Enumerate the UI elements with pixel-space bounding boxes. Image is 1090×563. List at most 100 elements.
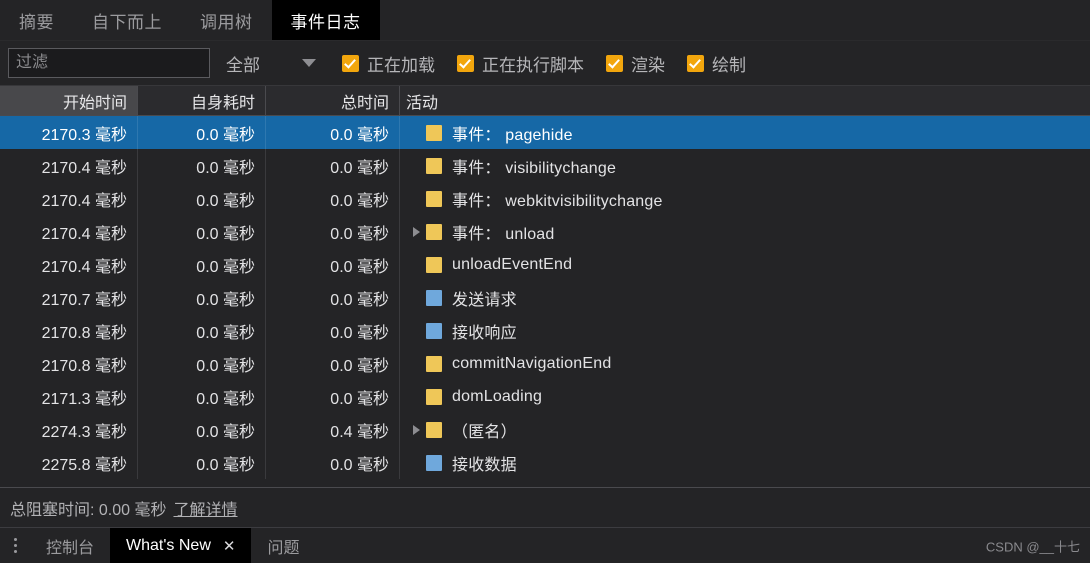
cell-total: 0.0 毫秒 xyxy=(266,281,400,314)
drawer-tab-2[interactable]: 问题 xyxy=(251,528,315,563)
checkbox-checked-icon[interactable] xyxy=(687,54,704,72)
category-color-swatch xyxy=(426,289,442,306)
cell-self: 0.0 毫秒 xyxy=(138,116,266,149)
category-color-swatch xyxy=(426,223,442,240)
cell-activity: 事件： pagehide xyxy=(400,116,1090,149)
cell-self: 0.0 毫秒 xyxy=(138,413,266,446)
learn-more-link[interactable]: 了解详情 xyxy=(173,496,237,520)
category-color-swatch xyxy=(426,256,442,273)
category-color-swatch xyxy=(426,157,442,174)
category-color-swatch xyxy=(426,421,442,438)
table-row[interactable]: 2170.4 毫秒 0.0 毫秒 0.0 毫秒 事件： visibilitychang… xyxy=(0,149,1090,182)
expand-triangle-icon[interactable] xyxy=(406,424,426,435)
activity-label: 事件： unload xyxy=(452,225,555,243)
cell-start: 2170.7 毫秒 xyxy=(0,281,138,314)
table-header-row: 开始时间 自身耗时 总时间 活动 xyxy=(0,86,1090,116)
table-row[interactable]: 2170.7 毫秒 0.0 毫秒 0.0 毫秒 发送请求 xyxy=(0,281,1090,314)
column-header-label: 开始时间 xyxy=(62,94,127,112)
devtools-performance-panel: 摘要 自下而上 调用树 事件日志 全部 正在加载 正在执行脚本 渲染 绘制 开始时间 自身耗时… xyxy=(0,0,1090,563)
activity-label: 接收响应 xyxy=(452,324,517,342)
event-log-table: 开始时间 自身耗时 总时间 活动 2170.3 毫秒 0.0 毫秒 0.0 毫秒 事件： p… xyxy=(0,86,1090,487)
event-log-toolbar: 全部 正在加载 正在执行脚本 渲染 绘制 xyxy=(0,41,1090,86)
watermark: CSDN @__十七 xyxy=(985,539,1080,554)
close-icon[interactable]: ✕ xyxy=(223,537,236,555)
tab-2[interactable]: 调用树 xyxy=(181,0,272,40)
table-row[interactable]: 2274.3 毫秒 0.0 毫秒 0.4 毫秒 （匿名） xyxy=(0,413,1090,446)
cell-start: 2170.3 毫秒 xyxy=(0,116,138,149)
drawer-tab-list: 控制台 What's New ✕ 问题 xyxy=(30,528,315,563)
column-header-1[interactable]: 自身耗时 xyxy=(138,86,266,115)
cell-total: 0.0 毫秒 xyxy=(266,314,400,347)
cell-start: 2275.8 毫秒 xyxy=(0,446,138,479)
category-dropdown[interactable]: 全部 xyxy=(226,51,316,76)
cell-total: 0.4 毫秒 xyxy=(266,413,400,446)
drawer-tab-0[interactable]: 控制台 xyxy=(30,528,110,563)
tab-3[interactable]: 事件日志 xyxy=(271,0,380,40)
table-row[interactable]: 2170.4 毫秒 0.0 毫秒 0.0 毫秒 unloadEventEnd xyxy=(0,248,1090,281)
checkbox-item-1[interactable]: 正在执行脚本 xyxy=(457,51,584,76)
table-row[interactable]: 2170.4 毫秒 0.0 毫秒 0.0 毫秒 事件： unload xyxy=(0,215,1090,248)
cell-activity: commitNavigationEnd xyxy=(400,347,1090,380)
cell-activity: 接收响应 xyxy=(400,314,1090,347)
chevron-right-icon xyxy=(412,424,420,435)
cell-total: 0.0 毫秒 xyxy=(266,149,400,182)
column-header-0[interactable]: 开始时间 xyxy=(0,86,138,115)
category-color-swatch xyxy=(426,124,442,141)
activity-label: 事件： pagehide xyxy=(452,126,573,144)
column-header-2[interactable]: 总时间 xyxy=(266,86,400,115)
category-checkbox-group: 正在加载 正在执行脚本 渲染 绘制 xyxy=(342,51,768,76)
checkbox-checked-icon[interactable] xyxy=(606,54,623,72)
category-color-swatch xyxy=(426,454,442,471)
tab-label: 摘要 xyxy=(19,12,54,32)
drawer-tab-label: What's New xyxy=(126,536,211,554)
cell-self: 0.0 毫秒 xyxy=(138,149,266,182)
cell-total: 0.0 毫秒 xyxy=(266,182,400,215)
column-header-3[interactable]: 活动 xyxy=(400,86,1090,115)
filter-input[interactable] xyxy=(8,48,210,78)
kebab-dot xyxy=(13,544,17,547)
checkbox-label: 绘制 xyxy=(712,55,746,75)
table-row[interactable]: 2170.4 毫秒 0.0 毫秒 0.0 毫秒 事件： webkitvisibilit… xyxy=(0,182,1090,215)
cell-start: 2170.4 毫秒 xyxy=(0,149,138,182)
checkbox-checked-icon[interactable] xyxy=(457,54,474,72)
cell-self: 0.0 毫秒 xyxy=(138,182,266,215)
kebab-dot xyxy=(13,538,17,541)
cell-activity: 事件： unload xyxy=(400,215,1090,248)
cell-total: 0.0 毫秒 xyxy=(266,215,400,248)
tab-1[interactable]: 自下而上 xyxy=(73,0,181,40)
table-row[interactable]: 2171.3 毫秒 0.0 毫秒 0.0 毫秒 domLoading xyxy=(0,380,1090,413)
performance-detail-tabstrip: 摘要 自下而上 调用树 事件日志 xyxy=(0,0,1090,41)
drawer-tabstrip: 控制台 What's New ✕ 问题 CSDN @__十七 xyxy=(0,527,1090,563)
expand-triangle-icon[interactable] xyxy=(406,226,426,237)
cell-total: 0.0 毫秒 xyxy=(266,248,400,281)
checkbox-item-2[interactable]: 渲染 xyxy=(606,51,665,76)
table-row[interactable]: 2170.3 毫秒 0.0 毫秒 0.0 毫秒 事件： pagehide xyxy=(0,116,1090,149)
table-body[interactable]: 2170.3 毫秒 0.0 毫秒 0.0 毫秒 事件： pagehide 2170.4 … xyxy=(0,116,1090,487)
cell-start: 2170.4 毫秒 xyxy=(0,182,138,215)
cell-self: 0.0 毫秒 xyxy=(138,446,266,479)
category-dropdown-label: 全部 xyxy=(226,55,260,75)
cell-activity: 事件： visibilitychange xyxy=(400,149,1090,182)
chevron-right-icon xyxy=(412,226,420,237)
cell-self: 0.0 毫秒 xyxy=(138,380,266,413)
cell-total: 0.0 毫秒 xyxy=(266,380,400,413)
tab-label: 事件日志 xyxy=(290,12,361,32)
cell-start: 2170.8 毫秒 xyxy=(0,347,138,380)
activity-label: 事件： webkitvisibilitychange xyxy=(452,192,663,210)
checkbox-checked-icon[interactable] xyxy=(342,54,359,72)
cell-activity: 发送请求 xyxy=(400,281,1090,314)
table-row[interactable]: 2275.8 毫秒 0.0 毫秒 0.0 毫秒 接收数据 xyxy=(0,446,1090,479)
category-color-swatch xyxy=(426,388,442,405)
column-header-label: 活动 xyxy=(406,94,439,112)
checkbox-item-3[interactable]: 绘制 xyxy=(687,51,746,76)
table-row[interactable]: 2170.8 毫秒 0.0 毫秒 0.0 毫秒 commitNavigationEnd xyxy=(0,347,1090,380)
drawer-tab-1[interactable]: What's New ✕ xyxy=(110,528,252,563)
tab-label: 自下而上 xyxy=(92,12,162,32)
tab-0[interactable]: 摘要 xyxy=(0,0,73,40)
table-row[interactable]: 2170.8 毫秒 0.0 毫秒 0.0 毫秒 接收响应 xyxy=(0,314,1090,347)
drawer-tab-label: 问题 xyxy=(267,539,300,557)
kebab-menu-icon[interactable] xyxy=(0,528,30,563)
activity-label: 发送请求 xyxy=(452,291,517,309)
checkbox-item-0[interactable]: 正在加载 xyxy=(342,51,435,76)
category-color-swatch xyxy=(426,190,442,207)
